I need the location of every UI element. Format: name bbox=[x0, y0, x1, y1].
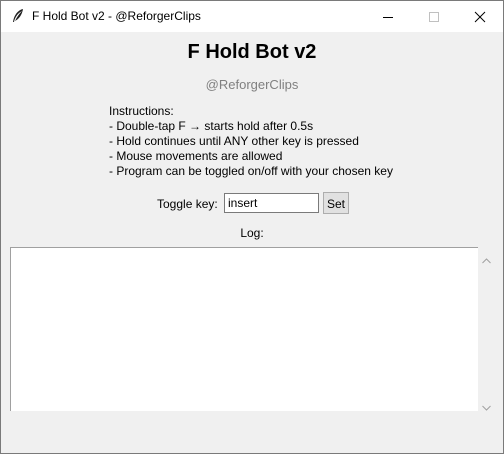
title-bar[interactable]: F Hold Bot v2 - @ReforgerClips bbox=[1, 1, 503, 32]
close-button[interactable] bbox=[457, 1, 503, 32]
log-label: Log: bbox=[240, 226, 264, 240]
minimize-button[interactable] bbox=[365, 1, 411, 32]
instruction-line: - Program can be toggled on/off with you… bbox=[109, 164, 393, 178]
chevron-up-icon[interactable] bbox=[482, 251, 491, 269]
chevron-down-icon[interactable] bbox=[482, 398, 491, 416]
log-textarea[interactable] bbox=[10, 247, 478, 411]
feather-icon bbox=[11, 8, 25, 24]
window-title: F Hold Bot v2 - @ReforgerClips bbox=[32, 9, 201, 23]
page-title: F Hold Bot v2 bbox=[187, 41, 317, 63]
maximize-button[interactable] bbox=[411, 1, 457, 32]
instruction-line: - Double-tap F → starts hold after 0.5s bbox=[109, 119, 314, 133]
instruction-line: - Mouse movements are allowed bbox=[109, 149, 283, 163]
toggle-key-label: Toggle key: bbox=[157, 197, 218, 211]
instructions-block: Instructions: - Double-tap F → starts ho… bbox=[109, 104, 393, 179]
toggle-key-input[interactable] bbox=[224, 193, 319, 213]
instruction-line: - Hold continues until ANY other key is … bbox=[109, 134, 359, 148]
page-subtitle: @ReforgerClips bbox=[205, 77, 299, 92]
instructions-heading: Instructions: bbox=[109, 104, 174, 118]
app-window: F Hold Bot v2 - @ReforgerClips F Hold Bo… bbox=[0, 0, 504, 454]
set-button[interactable]: Set bbox=[323, 192, 349, 214]
log-scrollbar[interactable] bbox=[478, 247, 495, 411]
